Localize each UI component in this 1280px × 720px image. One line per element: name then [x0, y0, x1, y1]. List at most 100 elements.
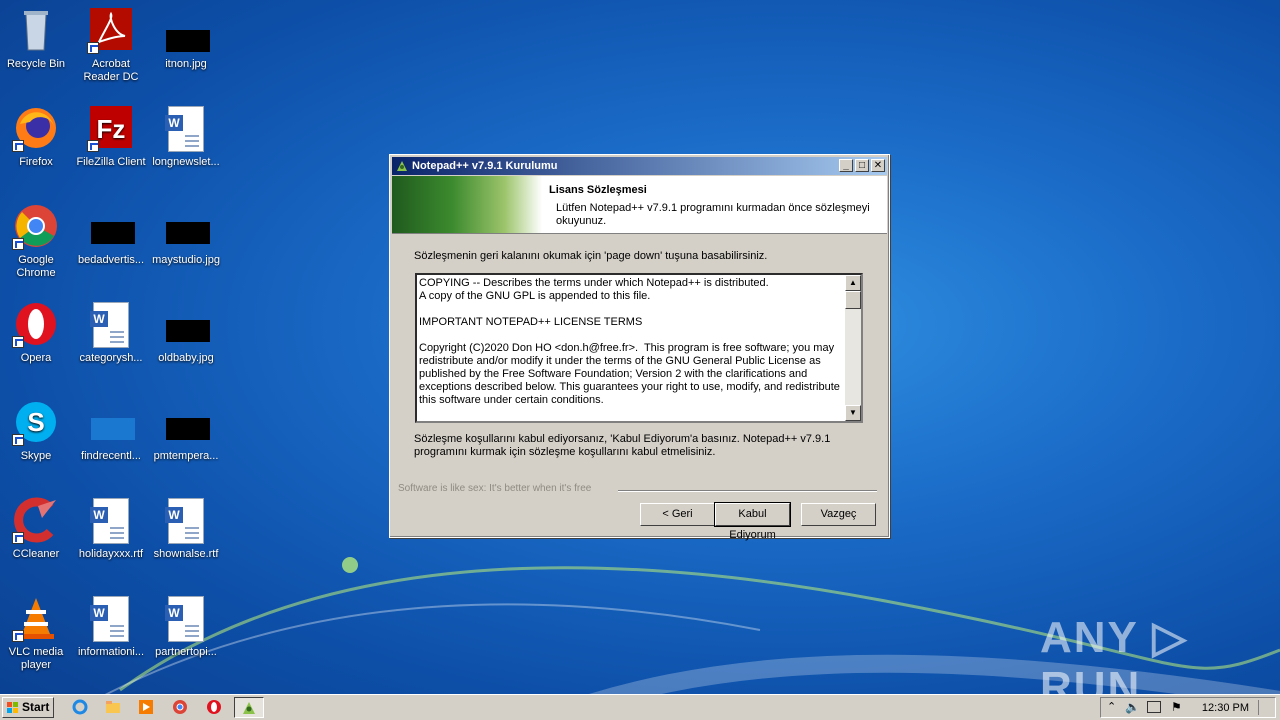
desktop-icon-label: Firefox: [19, 156, 53, 168]
license-scrollbar[interactable]: ▲ ▼: [845, 275, 861, 421]
desktop-icon-itnon[interactable]: itnon.jpg: [150, 6, 222, 71]
svg-text:Fz: Fz: [97, 114, 126, 144]
word-document-icon: W: [87, 300, 135, 348]
shortcut-arrow-icon: [87, 140, 99, 152]
action-center-flag-icon[interactable]: ⚑: [1171, 700, 1182, 714]
image-file-icon: [162, 202, 210, 250]
desktop-icon-label: bedadvertis...: [77, 254, 145, 266]
dialog-title: Notepad++ v7.9.1 Kurulumu: [412, 160, 558, 172]
shortcut-arrow-icon: [12, 336, 24, 348]
file-icon: [87, 398, 135, 446]
desktop-icon-shownalse[interactable]: W shownalse.rtf: [150, 496, 222, 561]
recycle-bin-icon: [12, 6, 60, 54]
scroll-thumb[interactable]: [845, 291, 861, 309]
vlc-icon: [12, 594, 60, 642]
desktop-icon-opera[interactable]: Opera: [0, 300, 72, 365]
desktop-icon-label: Opera: [20, 352, 52, 364]
show-hidden-icons-icon[interactable]: ⌃: [1107, 700, 1116, 713]
word-document-icon: W: [162, 496, 210, 544]
desktop-icon-recycle-bin[interactable]: Recycle Bin: [0, 6, 72, 71]
desktop-icon-label: Google Chrome: [16, 254, 56, 279]
filezilla-icon: Fz: [87, 104, 135, 152]
desktop-icon-holidayxxx[interactable]: W holidayxxx.rtf: [75, 496, 147, 561]
divider: [618, 490, 877, 492]
volume-icon[interactable]: 🔈: [1125, 700, 1140, 714]
desktop-icon-partnertopi[interactable]: W partnertopi...: [150, 594, 222, 659]
word-document-icon: W: [162, 594, 210, 642]
instruction-text: Sözleşmenin geri kalanını okumak için 'p…: [414, 250, 768, 262]
desktop-icon-label: Acrobat Reader DC: [83, 58, 139, 83]
ccleaner-icon: [12, 496, 60, 544]
desktop-icon-informationi[interactable]: W informationi...: [75, 594, 147, 659]
desktop-icon-label: longnewslet...: [152, 156, 220, 168]
desktop-icon-oldbaby[interactable]: oldbaby.jpg: [150, 300, 222, 365]
notepad-plus-plus-icon: [243, 702, 255, 714]
agreement-text: Sözleşme koşullarını kabul ediyorsanız, …: [414, 433, 831, 458]
desktop-icon-label: itnon.jpg: [165, 58, 207, 70]
shortcut-arrow-icon: [87, 42, 99, 54]
desktop-icon-label: pmtempera...: [153, 450, 219, 462]
shortcut-arrow-icon: [12, 140, 24, 152]
desktop-icon-bedadvertis[interactable]: bedadvertis...: [75, 202, 147, 267]
desktop-icon-label: holidayxxx.rtf: [78, 548, 144, 560]
scroll-up-icon[interactable]: ▲: [845, 275, 861, 291]
minimize-button[interactable]: _: [839, 159, 853, 172]
desktop-icon-categorysh[interactable]: W categorysh...: [75, 300, 147, 365]
license-textarea[interactable]: COPYING -- Describes the terms under whi…: [415, 273, 863, 423]
dialog-header: Lisans Sözleşmesi Lütfen Notepad++ v7.9.…: [392, 176, 887, 234]
shortcut-arrow-icon: [12, 532, 24, 544]
scroll-down-icon[interactable]: ▼: [845, 405, 861, 421]
desktop-icon-skype[interactable]: S Skype: [0, 398, 72, 463]
desktop-icon-chrome[interactable]: Google Chrome: [0, 202, 72, 280]
system-tray: ⌃ 🔈 ⚑ 12:30 PM: [1100, 697, 1276, 718]
desktop-icon-maystudio[interactable]: maystudio.jpg: [150, 202, 222, 267]
desktop-icon-acrobat[interactable]: Acrobat Reader DC: [75, 6, 147, 84]
desktop-icon-firefox[interactable]: Firefox: [0, 104, 72, 169]
accept-button[interactable]: Kabul Ediyorum: [714, 502, 791, 541]
desktop-icon-vlc[interactable]: VLC media player: [0, 594, 72, 672]
shortcut-arrow-icon: [12, 630, 24, 642]
maximize-button[interactable]: □: [855, 159, 869, 172]
windows-flag-icon: [7, 702, 18, 713]
clock[interactable]: 12:30 PM: [1202, 702, 1249, 714]
word-document-icon: W: [162, 104, 210, 152]
taskbar: Start ⌃ 🔈 ⚑ 12:30 PM: [0, 694, 1280, 720]
cancel-button[interactable]: Vazgeç: [801, 503, 876, 526]
notepad-plus-plus-icon: [397, 161, 407, 171]
image-file-icon: [162, 6, 210, 54]
desktop-icon-label: categorysh...: [79, 352, 143, 364]
dialog-titlebar[interactable]: Notepad++ v7.9.1 Kurulumu _ □ ✕: [392, 157, 887, 175]
internet-explorer-icon[interactable]: [72, 699, 88, 715]
chrome-taskbar-icon[interactable]: [172, 699, 188, 715]
desktop-icon-label: Skype: [20, 450, 52, 462]
file-explorer-icon[interactable]: [105, 699, 121, 715]
close-button[interactable]: ✕: [871, 159, 885, 172]
network-icon[interactable]: [1147, 701, 1161, 713]
desktop-icon-findrecentl[interactable]: findrecentl...: [75, 398, 147, 463]
header-banner-image: [392, 176, 542, 233]
back-button[interactable]: < Geri: [640, 503, 715, 526]
image-file-icon: [162, 398, 210, 446]
desktop-icon-label: Recycle Bin: [6, 58, 66, 70]
start-button[interactable]: Start: [2, 697, 54, 718]
desktop-icon-label: CCleaner: [12, 548, 60, 560]
branding-text: Software is like sex: It's better when i…: [398, 483, 592, 494]
chrome-icon: [12, 202, 60, 250]
desktop-icon-label: maystudio.jpg: [152, 254, 220, 266]
desktop-icon-ccleaner[interactable]: CCleaner: [0, 496, 72, 561]
desktop-icon-label: VLC media player: [8, 646, 64, 671]
show-desktop-button[interactable]: [1258, 700, 1273, 715]
desktop-icon-longnewslet[interactable]: W longnewslet...: [150, 104, 222, 169]
desktop-icon-label: partnertopi...: [155, 646, 217, 658]
media-player-icon[interactable]: [138, 699, 154, 715]
desktop-icon-label: oldbaby.jpg: [158, 352, 214, 364]
desktop-icon-label: informationi...: [77, 646, 145, 658]
installer-dialog: Notepad++ v7.9.1 Kurulumu _ □ ✕ Lisans S…: [389, 154, 890, 541]
shortcut-arrow-icon: [12, 238, 24, 250]
opera-taskbar-icon[interactable]: [206, 699, 222, 715]
shortcut-arrow-icon: [12, 434, 24, 446]
desktop-icon-pmtempera[interactable]: pmtempera...: [150, 398, 222, 463]
file-icon: [87, 202, 135, 250]
desktop-icon-filezilla[interactable]: Fz FileZilla Client: [75, 104, 147, 169]
taskbar-item-notepad-installer[interactable]: [234, 697, 264, 718]
